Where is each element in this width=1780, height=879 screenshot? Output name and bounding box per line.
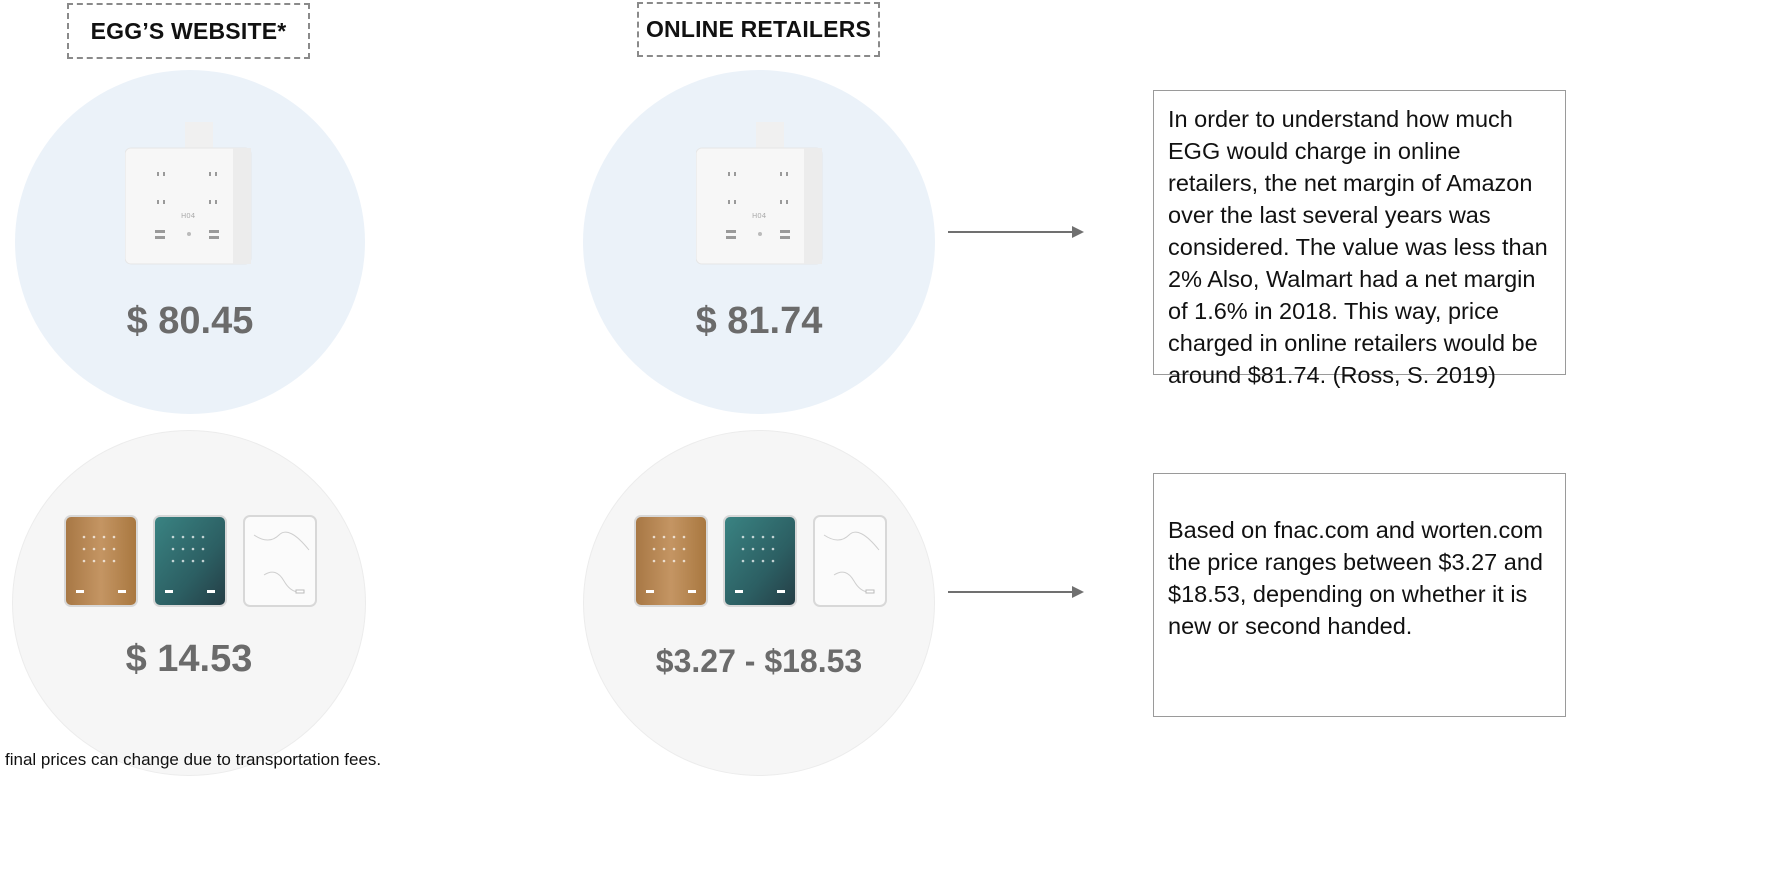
online-retailers-label: ONLINE RETAILERS [637, 2, 880, 57]
footnote: final prices can change due to transport… [5, 750, 382, 769]
egg-website-label: EGG’S WEBSITE* [67, 3, 310, 59]
switch-cover-icon [634, 515, 887, 607]
cover-arrow [948, 586, 1084, 598]
svg-text:H04: H04 [752, 212, 767, 220]
power-hub-icon: H04 [696, 122, 823, 265]
hub-note-text: In order to understand how much EGG woul… [1168, 106, 1548, 388]
svg-text:H04: H04 [181, 212, 196, 220]
hub-retail-price: $ 81.74 [695, 300, 823, 342]
cover-note-text: Based on fnac.com and worten.com the pri… [1168, 517, 1543, 639]
power-hub-icon: H04 [125, 122, 252, 265]
hub-arrow [948, 226, 1084, 238]
cover-note: Based on fnac.com and worten.com the pri… [1153, 473, 1566, 717]
hub-note: In order to understand how much EGG woul… [1153, 90, 1566, 388]
hub-egg-price: $ 80.45 [126, 300, 254, 342]
online-retailers-label-text: ONLINE RETAILERS [645, 16, 872, 42]
switch-cover-icon [64, 515, 317, 607]
cover-egg-price: $ 14.53 [125, 638, 253, 680]
cover-retail-price: $3.27 - $18.53 [655, 643, 863, 679]
egg-website-label-text: EGG’S WEBSITE* [90, 17, 287, 44]
